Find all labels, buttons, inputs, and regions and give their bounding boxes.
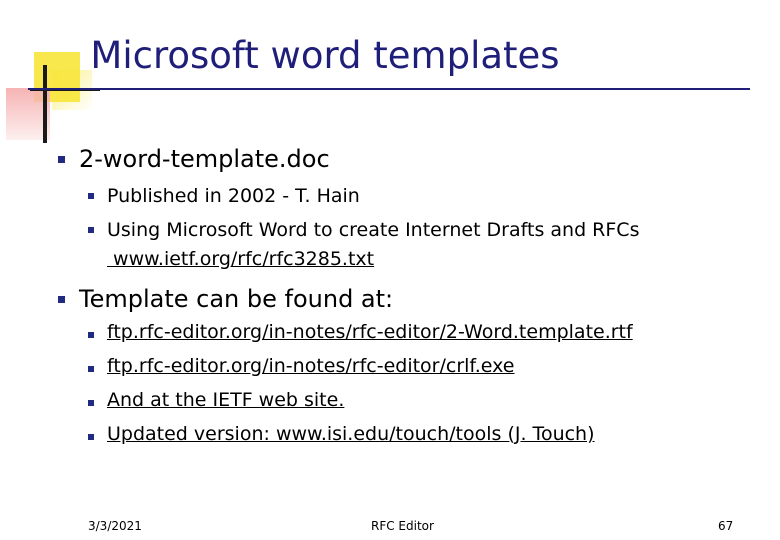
sub-bullet-marker: [88, 366, 94, 372]
crlf-exe-link[interactable]: ftp.rfc-editor.org/in-notes/rfc-editor/c…: [107, 355, 514, 377]
bullet-item: Template can be found at:: [79, 285, 394, 313]
footer-title: RFC Editor: [371, 519, 434, 533]
footer-date: 3/3/2021: [88, 519, 142, 533]
sub-bullet-item: Published in 2002 - T. Hain: [107, 185, 360, 207]
title-underline: [28, 88, 750, 90]
updated-version-link[interactable]: Updated version: www.isi.edu/touch/tools…: [107, 423, 595, 445]
bullet-marker: [58, 156, 65, 163]
ietf-site-link[interactable]: And at the IETF web site.: [107, 389, 344, 411]
bullet-item: 2-word-template.doc: [79, 145, 330, 173]
sub-bullet-marker: [88, 227, 94, 233]
sub-bullet-marker: [88, 400, 94, 406]
sub-bullet-marker: [88, 434, 94, 440]
template-rtf-link[interactable]: ftp.rfc-editor.org/in-notes/rfc-editor/2…: [107, 321, 633, 343]
rfc3285-link[interactable]: www.ietf.org/rfc/rfc3285.txt: [107, 248, 374, 270]
page-number: 67: [718, 519, 734, 533]
bullet-marker: [58, 296, 65, 303]
sub-bullet-marker: [88, 332, 94, 338]
sub-bullet-marker: [88, 193, 94, 199]
sub-bullet-item: Using Microsoft Word to create Internet …: [107, 219, 640, 241]
slide-title: Microsoft word templates: [90, 34, 560, 77]
